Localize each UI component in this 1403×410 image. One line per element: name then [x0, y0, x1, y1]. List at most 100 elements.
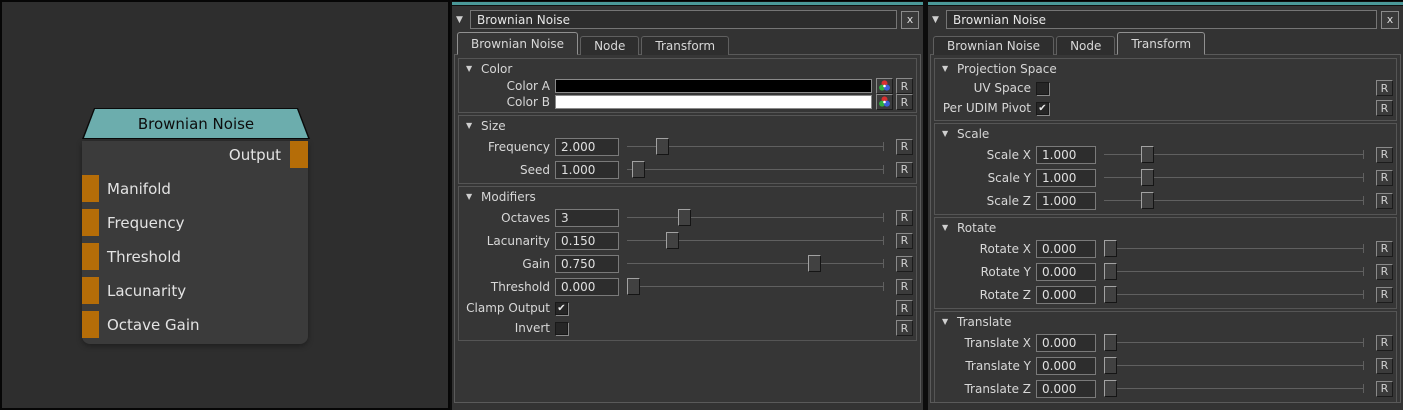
panel-close-button[interactable]: x	[901, 11, 919, 29]
tab-brownian-noise[interactable]: Brownian Noise	[933, 36, 1054, 55]
translate-y-slider[interactable]	[1104, 356, 1364, 375]
section-header-projection-space[interactable]: ▼Projection Space	[935, 59, 1396, 78]
lacunarity-slider[interactable]	[627, 231, 884, 250]
seed-input[interactable]: 1.000	[555, 161, 619, 179]
rotate-y-input[interactable]: 0.000	[1036, 263, 1096, 281]
section-header-color[interactable]: ▼Color	[459, 59, 916, 78]
lacunarity-reset-button[interactable]: R	[896, 233, 913, 249]
scale-x-reset-button[interactable]: R	[1376, 147, 1393, 163]
gain-input[interactable]: 0.750	[555, 255, 619, 273]
slider-handle[interactable]	[627, 278, 640, 295]
port-threshold[interactable]	[82, 243, 99, 270]
port-output[interactable]	[290, 141, 308, 168]
scale-z-reset-button[interactable]: R	[1376, 193, 1393, 209]
color-a-picker-button[interactable]	[876, 78, 893, 94]
translate-y-reset-button[interactable]: R	[1376, 358, 1393, 374]
scale-z-input[interactable]: 1.000	[1036, 192, 1096, 210]
threshold-slider[interactable]	[627, 277, 884, 296]
slider-handle[interactable]	[808, 255, 821, 272]
tab-transform[interactable]: Transform	[1117, 32, 1205, 55]
color-b-swatch[interactable]	[555, 95, 872, 109]
per-udim-pivot-checkbox[interactable]: ✔	[1036, 102, 1049, 115]
tab-brownian-noise[interactable]: Brownian Noise	[457, 32, 578, 55]
slider-handle[interactable]	[1104, 334, 1117, 351]
octaves-slider[interactable]	[627, 208, 884, 227]
slider-handle[interactable]	[1141, 192, 1154, 209]
slider-handle[interactable]	[1104, 286, 1117, 303]
port-manifold[interactable]	[82, 175, 99, 202]
scale-x-input[interactable]: 1.000	[1036, 146, 1096, 164]
section-collapse-icon[interactable]: ▼	[942, 223, 957, 232]
node-graph-canvas[interactable]: Brownian Noise Output ManifoldFrequencyT…	[0, 0, 450, 410]
slider-handle[interactable]	[1141, 169, 1154, 186]
translate-y-input[interactable]: 0.000	[1036, 357, 1096, 375]
rotate-y-reset-button[interactable]: R	[1376, 264, 1393, 280]
slider-handle[interactable]	[666, 232, 679, 249]
clamp-output-reset-button[interactable]: R	[896, 300, 913, 316]
scale-x-slider[interactable]	[1104, 145, 1364, 164]
slider-handle[interactable]	[1141, 146, 1154, 163]
threshold-input[interactable]: 0.000	[555, 278, 619, 296]
node-brownian-noise[interactable]: Brownian Noise Output ManifoldFrequencyT…	[82, 108, 310, 344]
rotate-y-slider[interactable]	[1104, 262, 1364, 281]
slider-handle[interactable]	[632, 161, 645, 178]
node-header[interactable]: Brownian Noise	[82, 108, 310, 139]
slider-handle[interactable]	[678, 209, 691, 226]
translate-z-reset-button[interactable]: R	[1376, 381, 1393, 397]
per-udim-pivot-reset-button[interactable]: R	[1376, 100, 1393, 116]
scale-y-slider[interactable]	[1104, 168, 1364, 187]
color-a-swatch[interactable]	[555, 79, 872, 93]
slider-handle[interactable]	[1104, 263, 1117, 280]
node-body[interactable]: Output ManifoldFrequencyThresholdLacunar…	[82, 141, 308, 344]
lacunarity-input[interactable]: 0.150	[555, 232, 619, 250]
scale-y-reset-button[interactable]: R	[1376, 170, 1393, 186]
seed-slider[interactable]	[627, 160, 884, 179]
section-header-modifiers[interactable]: ▼Modifiers	[459, 187, 916, 206]
gain-reset-button[interactable]: R	[896, 256, 913, 272]
port-octave-gain[interactable]	[82, 311, 99, 338]
rotate-z-slider[interactable]	[1104, 285, 1364, 304]
slider-handle[interactable]	[1104, 240, 1117, 257]
scale-z-slider[interactable]	[1104, 191, 1364, 210]
rotate-x-reset-button[interactable]: R	[1376, 241, 1393, 257]
rotate-z-input[interactable]: 0.000	[1036, 286, 1096, 304]
rotate-z-reset-button[interactable]: R	[1376, 287, 1393, 303]
slider-handle[interactable]	[1104, 357, 1117, 374]
slider-handle[interactable]	[656, 138, 669, 155]
slider-handle[interactable]	[1104, 380, 1117, 397]
port-frequency[interactable]	[82, 209, 99, 236]
tab-node[interactable]: Node	[580, 36, 639, 55]
uv-space-checkbox[interactable]	[1036, 82, 1049, 95]
panel-collapse-icon[interactable]: ▼	[456, 15, 470, 25]
panel-title-field[interactable]: Brownian Noise	[946, 10, 1377, 29]
frequency-input[interactable]: 2.000	[555, 138, 619, 156]
panel-dock-strip[interactable]	[452, 0, 923, 6]
color-b-picker-button[interactable]	[876, 94, 893, 110]
frequency-slider[interactable]	[627, 137, 884, 156]
section-header-translate[interactable]: ▼Translate	[935, 312, 1396, 331]
scale-y-input[interactable]: 1.000	[1036, 169, 1096, 187]
section-header-size[interactable]: ▼Size	[459, 116, 916, 135]
section-collapse-icon[interactable]: ▼	[466, 192, 481, 201]
color-b-reset-button[interactable]: R	[896, 94, 913, 110]
tab-node[interactable]: Node	[1056, 36, 1115, 55]
threshold-reset-button[interactable]: R	[896, 279, 913, 295]
section-collapse-icon[interactable]: ▼	[942, 317, 957, 326]
clamp-output-checkbox[interactable]: ✔	[555, 302, 568, 315]
panel-title-field[interactable]: Brownian Noise	[470, 10, 897, 29]
panel-collapse-icon[interactable]: ▼	[932, 15, 946, 25]
port-lacunarity[interactable]	[82, 277, 99, 304]
section-header-rotate[interactable]: ▼Rotate	[935, 218, 1396, 237]
translate-x-reset-button[interactable]: R	[1376, 335, 1393, 351]
section-header-scale[interactable]: ▼Scale	[935, 124, 1396, 143]
invert-reset-button[interactable]: R	[896, 320, 913, 336]
frequency-reset-button[interactable]: R	[896, 139, 913, 155]
rotate-x-slider[interactable]	[1104, 239, 1364, 258]
section-collapse-icon[interactable]: ▼	[466, 121, 481, 130]
invert-checkbox[interactable]	[555, 322, 568, 335]
translate-z-slider[interactable]	[1104, 379, 1364, 398]
octaves-reset-button[interactable]: R	[896, 210, 913, 226]
gain-slider[interactable]	[627, 254, 884, 273]
uv-space-reset-button[interactable]: R	[1376, 80, 1393, 96]
octaves-input[interactable]: 3	[555, 209, 619, 227]
